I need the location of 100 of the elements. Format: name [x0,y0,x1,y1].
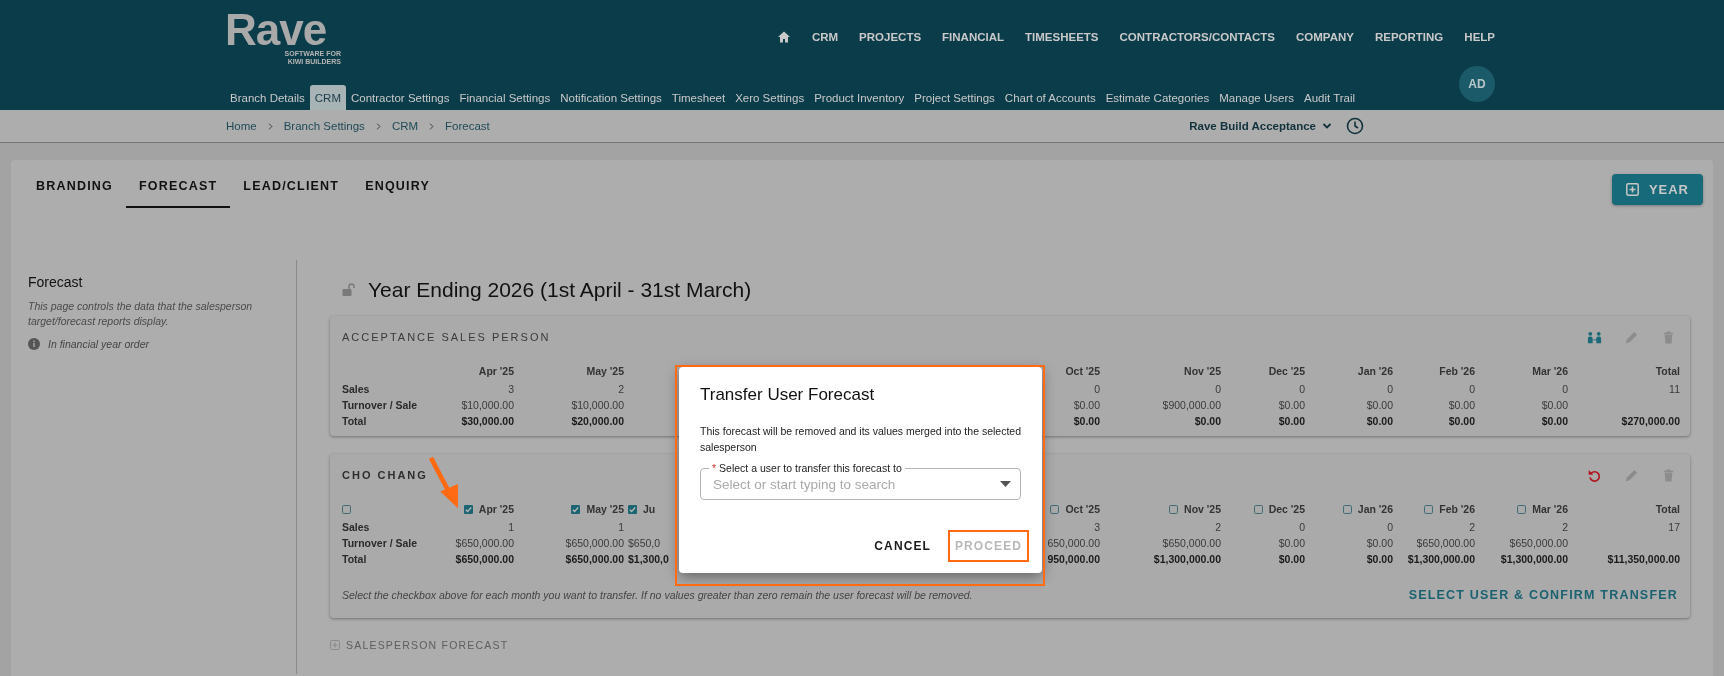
column-header: Mar '26 [1532,502,1568,516]
table-cell-text: 0 [1561,382,1568,396]
table-cell-text: $1,300,0 [627,552,670,566]
nav-link[interactable]: PROJECTS [859,31,922,43]
nav-link[interactable]: CONTRACTORS/CONTACTS [1119,31,1275,43]
clock-icon[interactable] [1346,117,1364,135]
info-icon [28,338,40,350]
table-cell-text: $0.00 [1277,398,1305,412]
settings-tab[interactable]: Estimate Categories [1100,85,1215,110]
table-cell-text: $0.00 [1072,398,1100,412]
checkbox[interactable] [463,504,473,514]
table-cell-text: $0.00 [1277,414,1305,428]
settings-tab[interactable]: Xero Settings [730,85,810,110]
column-header: Nov '25 [1184,502,1221,516]
pencil-icon[interactable] [1624,467,1639,483]
nav-link[interactable]: REPORTING [1374,31,1444,43]
checkbox[interactable] [1342,504,1352,514]
dialog-title: Transfer User Forecast [700,385,876,405]
table-cell-text: 17 [1667,520,1680,534]
dialog-button[interactable]: CANCEL [867,530,938,562]
row-label: Total [342,552,368,566]
table-cell-text: $10,000.00 [460,398,514,412]
table-cell-text: $650,000.00 [1508,536,1568,550]
column-header: Total [1655,502,1680,516]
checkbox[interactable] [1517,504,1527,514]
table-cell-text: $30,000.00 [460,414,514,428]
chevron-right-icon [266,122,274,130]
year-title: Year Ending 2026 (1st April - 31st March) [368,278,752,302]
user-avatar[interactable]: AD [1459,66,1495,102]
settings-tab[interactable]: Branch Details [225,85,310,110]
add-year-button[interactable]: YEAR [1611,174,1703,205]
nav-link[interactable]: TIMESHEETS [1025,31,1099,43]
row-label: Sales [342,382,371,396]
home-icon[interactable] [776,30,791,44]
plus-square-icon [1625,183,1639,196]
company-selector[interactable]: Rave Build Acceptance [1189,120,1332,132]
instruction-text: Select the checkbox above for each month you want to transfer. If no values greater than zero remain the user forecast will be removed. [342,589,973,601]
settings-tab[interactable]: Chart of Accounts [999,85,1101,110]
column-header: Dec '25 [1268,502,1305,516]
table-cell-text: $270,000.00 [1620,414,1680,428]
checkbox[interactable] [1253,504,1263,514]
tab[interactable]: FORECAST [125,160,231,208]
checkbox[interactable] [571,504,581,514]
table-cell-text: 0 [1298,382,1305,396]
trash-icon[interactable] [1661,329,1676,345]
table-cell-text: 0 [1298,520,1305,534]
settings-tab[interactable]: Product Inventory [809,85,910,110]
settings-tab[interactable]: Financial Settings [454,85,556,110]
dialog-message: This forecast will be removed and its values merged into the selected salesperson [700,424,1021,455]
table-cell-text: $650,000.00 [564,536,624,550]
table-cell-text: 2 [617,382,624,396]
column-header: Apr '25 [478,502,514,516]
nav-link[interactable]: CRM [811,31,839,43]
settings-tab[interactable]: CRM [309,85,346,110]
row-label: Total [342,414,368,428]
pencil-icon[interactable] [1624,329,1639,345]
breadcrumb-link[interactable]: CRM [391,120,419,132]
table-cell-text: $0.00 [1072,414,1100,428]
checkbox[interactable] [1424,504,1434,514]
tab[interactable]: LEAD/CLIENT [230,160,353,208]
settings-tab[interactable]: Timesheet [666,85,731,110]
salesperson-name: ACCEPTANCE SALES PERSON [342,331,551,343]
unlocked-padlock-icon[interactable] [342,283,356,297]
table-cell-text: $650,000.00 [1161,536,1221,550]
table-cell-text: $0.00 [1193,414,1221,428]
settings-tab[interactable]: Audit Trail [1299,85,1361,110]
trash-icon[interactable] [1661,467,1676,483]
checkbox[interactable] [342,504,351,514]
table-cell-text: 0 [1214,382,1221,396]
section-title: Forecast [28,274,84,290]
table-cell-text: $0.00 [1365,398,1393,412]
nav-link[interactable]: HELP [1464,31,1495,43]
tab[interactable]: BRANDING [23,160,126,208]
checkbox[interactable] [1050,504,1060,514]
settings-tab[interactable]: Notification Settings [555,85,667,110]
table-cell-text: $20,000.00 [570,414,624,428]
settings-tab[interactable]: Manage Users [1214,85,1299,110]
column-header: May '25 [586,364,624,378]
logo-wordmark[interactable]: Rave [225,10,327,50]
breadcrumb-link[interactable]: Branch Settings [283,120,365,132]
people-transfer-icon[interactable] [1587,329,1602,345]
table-cell-text: 0 [1093,382,1100,396]
table-cell-text: 2 [1214,520,1221,534]
checkbox[interactable] [628,504,637,514]
tab[interactable]: ENQUIRY [352,160,444,208]
chevron-right-icon [374,122,382,130]
settings-tab[interactable]: Project Settings [909,85,1000,110]
nav-link[interactable]: FINANCIAL [942,31,1005,43]
breadcrumb-link[interactable]: Home [226,120,257,132]
table-cell-text: 0 [1386,520,1393,534]
checkbox[interactable] [1169,504,1179,514]
column-header: Feb '26 [1439,364,1475,378]
column-header: Feb '26 [1439,502,1475,516]
column-header: Total [1655,364,1680,378]
table-cell-text: 0 [1386,382,1393,396]
table-cell-text: 1 [507,520,514,534]
table-cell-text: 950,000.00 [1046,552,1100,566]
nav-link[interactable]: COMPANY [1296,31,1354,43]
settings-tab[interactable]: Contractor Settings [346,85,455,110]
dropdown-arrow-icon [1000,481,1011,487]
